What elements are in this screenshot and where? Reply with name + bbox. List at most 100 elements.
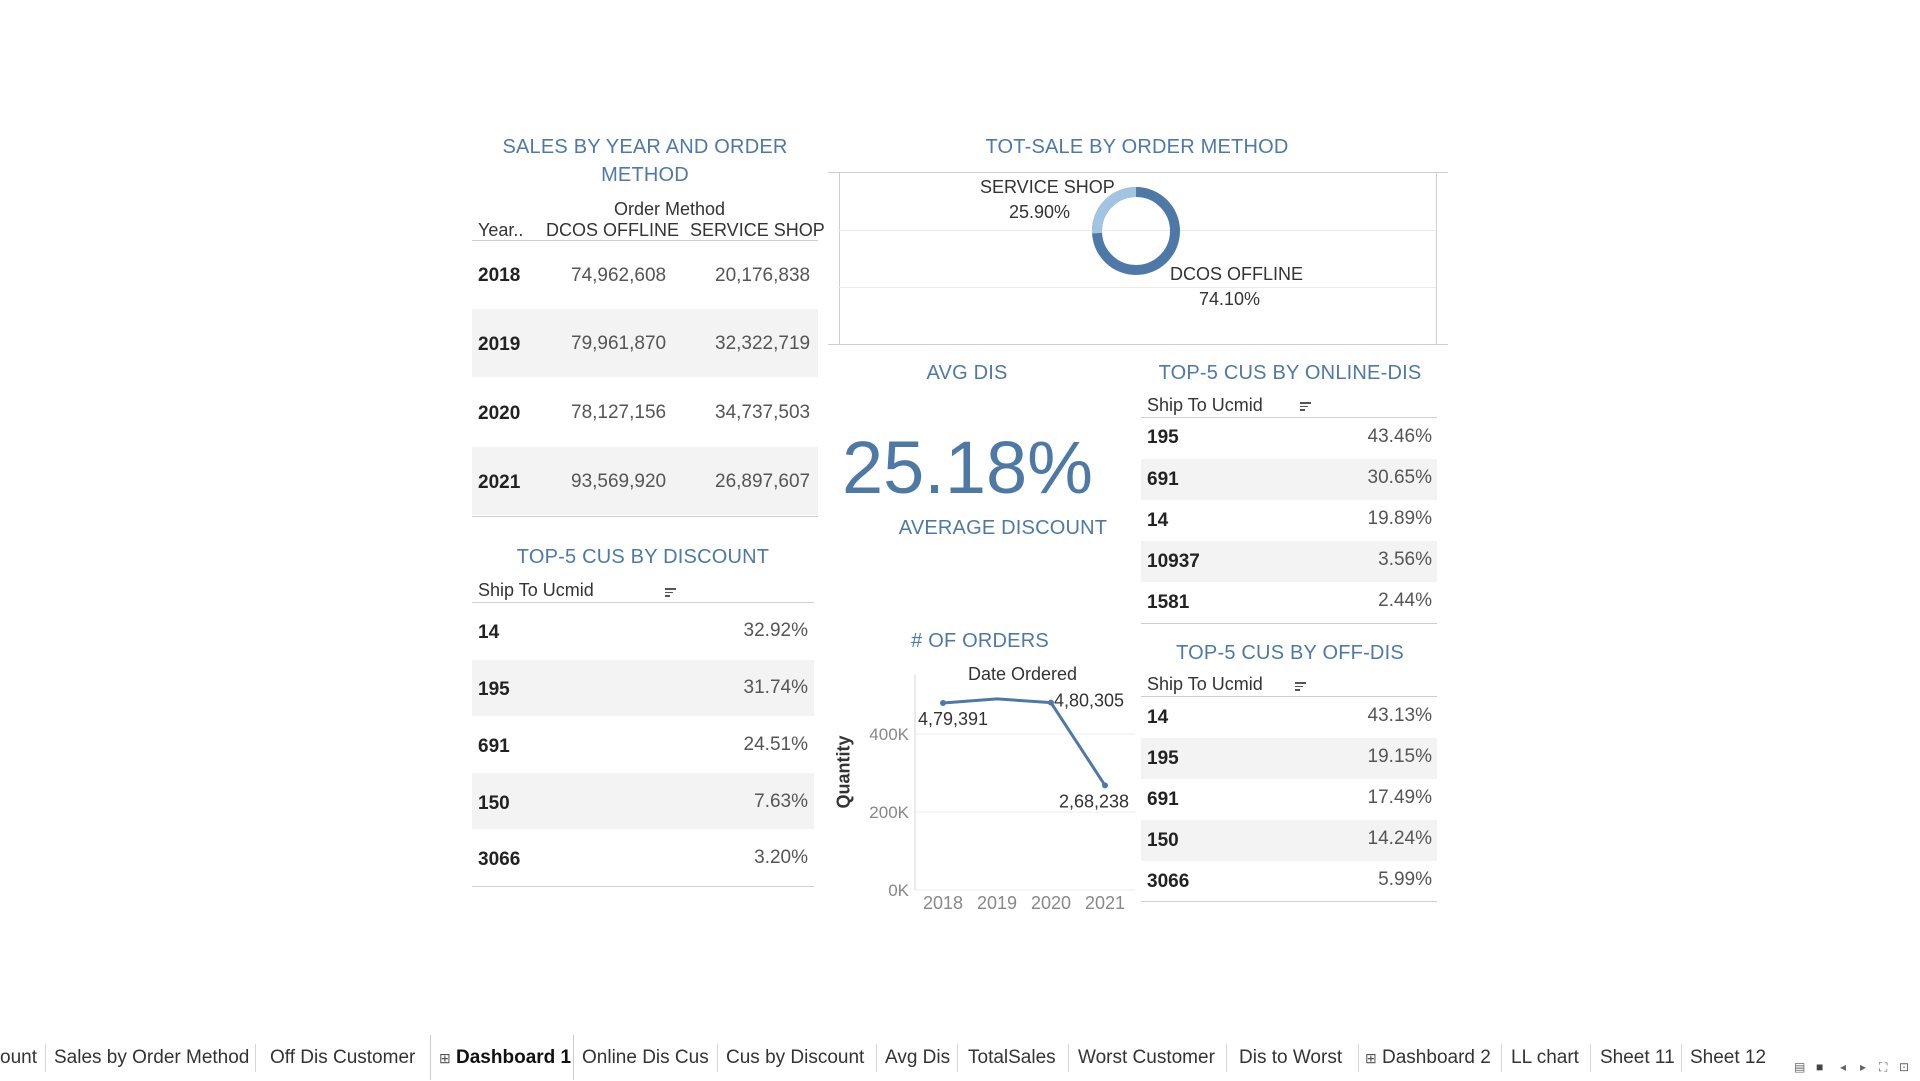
y-tick-label: 0K (888, 881, 909, 900)
avg-dis-title: AVG DIS (926, 362, 1008, 384)
year-cell: 2019 (478, 334, 521, 355)
online-table-title: TOP-5 CUS BY ONLINE-DIS (1158, 362, 1422, 384)
fullscreen-icon[interactable]: ⛶ (1879, 1060, 1887, 1075)
tab-divider (1590, 1044, 1591, 1072)
discount-table-bottom-rule (472, 886, 814, 887)
service-cell: 34,737,503 (715, 402, 811, 423)
offline-discount-value-cell: 19.15% (1367, 746, 1432, 767)
customer-id-cell: 150 (1147, 830, 1179, 851)
tab-sheet-12[interactable]: Sheet 12 (1682, 1035, 1774, 1080)
y-tick-label: 200K (869, 803, 909, 822)
col-header-ship-to-ucmid[interactable]: Ship To Ucmid (478, 580, 594, 601)
tab-totalsales[interactable]: TotalSales (960, 1035, 1064, 1080)
dcos-cell: 74,962,608 (571, 265, 667, 286)
online-table-bottom-rule (1141, 623, 1437, 624)
donut-label-dcos-offline: DCOS OFFLINE (1170, 264, 1304, 284)
sales-table-title-line1: SALES BY YEAR AND ORDER (502, 136, 788, 158)
customer-id-cell: 14 (1147, 707, 1169, 728)
offline-discount-value-cell: 5.99% (1378, 869, 1432, 890)
col-header-dcos-offline[interactable]: DCOS OFFLINE (546, 220, 679, 241)
customer-id-cell: 195 (1147, 427, 1179, 448)
dcos-cell: 93,569,920 (571, 471, 667, 492)
dashboard-icon: ⊞ (439, 1050, 451, 1066)
online-discount-value-cell: 3.56% (1378, 549, 1432, 570)
tab-sales-by-order-method[interactable]: Sales by Order Method (46, 1035, 257, 1080)
film-strip-icon[interactable]: ▤ (1794, 1060, 1805, 1074)
col-header-ship-to-ucmid[interactable]: Ship To Ucmid (1147, 395, 1263, 416)
online-discount-value-cell: 43.46% (1367, 426, 1432, 447)
discount-value-cell: 32.92% (743, 620, 808, 641)
customer-id-cell: 691 (478, 736, 510, 757)
y-tick-label: 400K (869, 725, 909, 744)
tab-divider (1501, 1044, 1502, 1072)
donut-pct-service-shop: 25.90% (1009, 202, 1071, 222)
col-header-year[interactable]: Year.. (478, 220, 523, 241)
tab-off-dis-customer[interactable]: Off Dis Customer (262, 1035, 423, 1080)
sort-icon[interactable] (1295, 682, 1306, 691)
service-cell: 26,897,607 (715, 471, 811, 492)
sort-icon[interactable] (1300, 402, 1311, 411)
customer-id-cell: 14 (1147, 510, 1169, 531)
orders-line-chart[interactable]: 400K 200K 0K 2018 2019 2020 2021 4,79,391 4,80,3… (835, 665, 1140, 915)
customer-id-cell: 1581 (1147, 592, 1190, 613)
col-header-ship-to-ucmid[interactable]: Ship To Ucmid (1147, 674, 1263, 695)
dcos-cell: 78,127,156 (571, 402, 667, 423)
orders-data-label: 2,68,238 (1059, 791, 1129, 811)
offline-discount-value-cell: 17.49% (1367, 787, 1432, 808)
sales-table-bottom-rule (472, 516, 818, 517)
offline-table-bottom-rule (1141, 901, 1437, 902)
tab-divider (1068, 1044, 1069, 1072)
donut-top-rule (828, 172, 1448, 173)
discount-value-cell: 3.20% (754, 847, 808, 868)
online-discount-value-cell: 30.65% (1367, 467, 1432, 488)
customer-id-cell: 195 (478, 679, 510, 700)
online-table-header-rule (1141, 417, 1437, 418)
sales-table-title-line2: METHOD (601, 164, 689, 186)
tab-divider (1226, 1044, 1227, 1072)
customer-id-cell: 3066 (478, 849, 521, 870)
orders-data-label: 4,80,305 (1054, 691, 1124, 711)
dashboard-icon: ⊞ (1365, 1050, 1377, 1066)
x-tick-label: 2019 (977, 893, 1017, 913)
tab-dashboard-2[interactable]: ⊞ Dashboard 2 (1357, 1035, 1499, 1080)
tab-worst-customer[interactable]: Worst Customer (1070, 1035, 1223, 1080)
presentation-icon[interactable]: ⊡ (1899, 1060, 1909, 1074)
donut-title: TOT-SALE BY ORDER METHOD (985, 136, 1289, 158)
tab-dashboard-1[interactable]: ⊞ Dashboard 1 (430, 1035, 574, 1080)
sales-table-header-rule (472, 240, 818, 241)
customer-id-cell: 150 (478, 793, 510, 814)
service-cell: 32,322,719 (715, 333, 811, 354)
col-header-service-shop[interactable]: SERVICE SHOP (690, 220, 825, 241)
x-tick-label: 2018 (923, 893, 963, 913)
tab-divider (255, 1044, 256, 1072)
year-cell: 2018 (478, 265, 521, 286)
discount-table-title: TOP-5 CUS BY DISCOUNT (516, 546, 770, 568)
donut-right-axis (1436, 172, 1437, 344)
tab-avg-dis[interactable]: Avg Dis (877, 1035, 958, 1080)
orders-data-label: 4,79,391 (918, 709, 988, 729)
tab-cus-by-discount[interactable]: Cus by Discount (718, 1035, 872, 1080)
tab-online-dis-cus[interactable]: Online Dis Cus (574, 1035, 717, 1080)
orders-data-point[interactable] (1102, 782, 1108, 789)
orders-chart-title: # OF ORDERS (911, 630, 1049, 652)
scroll-right-icon[interactable]: ▸ (1860, 1060, 1866, 1074)
discount-table-header-rule (472, 602, 814, 603)
service-cell: 20,176,838 (715, 265, 811, 286)
tab-sheet-11[interactable]: Sheet 11 (1592, 1035, 1683, 1080)
customer-id-cell: 3066 (1147, 871, 1190, 892)
orders-data-point[interactable] (940, 700, 946, 707)
discount-value-cell: 7.63% (754, 791, 808, 812)
tab-dis-to-worst[interactable]: Dis to Worst (1231, 1035, 1350, 1080)
donut-left-axis (839, 172, 840, 344)
donut-grid-line (839, 287, 1436, 288)
tab-ll-chart[interactable]: LL chart (1503, 1035, 1587, 1080)
show-tabs-icon[interactable]: ■ (1816, 1060, 1823, 1074)
customer-id-cell: 691 (1147, 469, 1179, 490)
tab-sheet-partial[interactable]: ount (0, 1035, 45, 1080)
year-cell: 2020 (478, 403, 521, 424)
tab-dashboard-1-label: Dashboard 1 (456, 1047, 572, 1068)
sort-icon[interactable] (665, 588, 676, 597)
x-tick-label: 2021 (1085, 893, 1125, 913)
customer-id-cell: 691 (1147, 789, 1179, 810)
scroll-left-icon[interactable]: ◂ (1840, 1060, 1846, 1074)
